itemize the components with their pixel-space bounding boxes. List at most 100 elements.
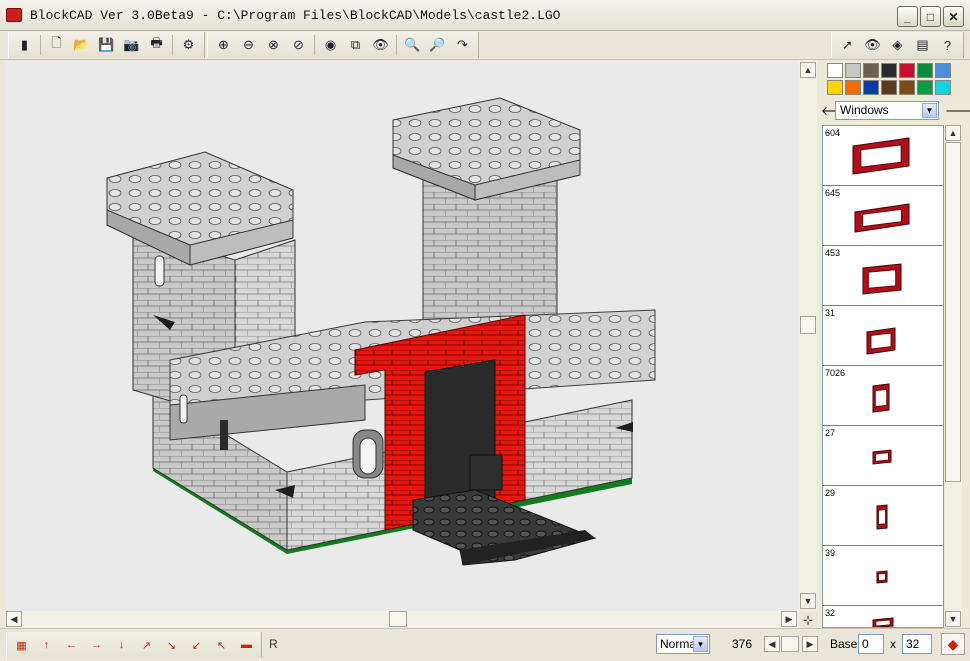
viewport-horizontal-scrollbar[interactable]: ◀ ▶ — [5, 611, 799, 628]
resize-corner[interactable]: ⊹ — [799, 611, 817, 628]
scroll-left-button[interactable]: ◀ — [6, 611, 22, 627]
model-viewport[interactable] — [5, 60, 799, 611]
color-swatch-4[interactable] — [899, 63, 915, 78]
color-swatch-2[interactable] — [863, 63, 879, 78]
brick-view-icon: ◈ — [892, 37, 903, 52]
minimize-button[interactable]: _ — [897, 6, 918, 27]
category-prev-button[interactable]: 🡐 — [821, 103, 853, 118]
x-label: x — [890, 637, 896, 651]
select-button[interactable]: ➚ — [835, 34, 860, 56]
color-swatch-11[interactable] — [899, 80, 915, 95]
color-swatch-1[interactable] — [845, 63, 861, 78]
arrow-down-icon: ▼ — [948, 614, 958, 624]
cube-icon: ⧉ — [350, 37, 361, 52]
erase-button[interactable]: ◆ — [941, 633, 965, 655]
part-scroll-down-button[interactable]: ▼ — [945, 611, 961, 627]
zoom-in-button[interactable]: 🔍 — [400, 34, 425, 56]
mode-select[interactable]: Norma ▼ — [656, 634, 710, 654]
part-item[interactable]: 32 — [823, 606, 943, 627]
color-swatch-3[interactable] — [881, 63, 897, 78]
part-scroll-up-button[interactable]: ▲ — [945, 125, 961, 141]
print-button[interactable]: 🖶 — [144, 34, 169, 56]
panel-view-button[interactable]: 👁 — [860, 34, 885, 56]
maximize-button[interactable]: □ — [920, 6, 941, 27]
color-swatch-9[interactable] — [863, 80, 879, 95]
part-list-thumb[interactable] — [945, 142, 961, 482]
part-item[interactable]: 39 — [823, 546, 943, 606]
viewport-vertical-scrollbar[interactable]: ▲ ▼ — [799, 60, 817, 611]
move-left-button[interactable]: ← — [59, 634, 84, 656]
color-swatch-0[interactable] — [827, 63, 843, 78]
viewport-horizontal-thumb[interactable] — [389, 611, 407, 627]
grid-button[interactable]: ▦ — [9, 634, 34, 656]
viewport-vertical-thumb[interactable] — [800, 316, 816, 334]
grid-icon: ▦ — [16, 639, 27, 652]
part-item[interactable]: 29 — [823, 486, 943, 546]
color-swatch-6[interactable] — [935, 63, 951, 78]
arrow-ne-icon: ↗ — [141, 639, 152, 652]
rotate-x-button[interactable]: ⊕ — [211, 34, 236, 56]
base-input[interactable]: 0 — [858, 634, 884, 654]
move-nw-button[interactable]: ↖ — [209, 634, 234, 656]
move-down-button[interactable]: ↓ — [109, 634, 134, 656]
part-item[interactable]: 604 — [823, 126, 943, 186]
new-button[interactable]: 🗋 — [44, 34, 69, 56]
panel-brick-button[interactable]: ◈ — [885, 34, 910, 56]
count-next-button[interactable]: ▶ — [802, 636, 818, 652]
rotate-y-button[interactable]: ⊖ — [236, 34, 261, 56]
color-swatch-12[interactable] — [917, 80, 933, 95]
arrow-sw-icon: ↙ — [191, 639, 202, 652]
part-list-scrollbar[interactable]: ▲ ▼ — [945, 125, 962, 628]
scroll-right-button[interactable]: ▶ — [781, 611, 797, 627]
color-swatch-5[interactable] — [917, 63, 933, 78]
move-right-button[interactable]: → — [84, 634, 109, 656]
help-button[interactable]: ? — [935, 34, 960, 56]
color-swatch-7[interactable] — [827, 80, 843, 95]
color-swatch-13[interactable] — [935, 80, 951, 95]
rotate-label[interactable]: R — [269, 637, 278, 651]
window-title: BlockCAD Ver 3.0Beta9 - C:\Program Files… — [30, 7, 561, 23]
window-part-icon — [854, 203, 910, 233]
color-swatch-10[interactable] — [881, 80, 897, 95]
part-item[interactable]: 31 — [823, 306, 943, 366]
pan-button[interactable]: ↷ — [450, 34, 475, 56]
category-row: 🡐 Windows ▼ 🡒 — [821, 100, 970, 120]
brick-icon: ▮ — [20, 37, 29, 52]
scroll-down-button[interactable]: ▼ — [800, 593, 816, 609]
pan-icon: ↷ — [457, 37, 468, 52]
brick-logo-button[interactable]: ▮ — [12, 34, 37, 56]
rotate-z-button[interactable]: ⊗ — [261, 34, 286, 56]
move-se-button[interactable]: ↘ — [159, 634, 184, 656]
count-slider-thumb[interactable] — [781, 636, 799, 652]
open-button[interactable]: 📂 — [69, 34, 94, 56]
close-button[interactable]: ✕ — [943, 6, 964, 27]
settings-button[interactable]: ⚙ — [176, 34, 201, 56]
part-item[interactable]: 27 — [823, 426, 943, 486]
move-ne-button[interactable]: ↗ — [134, 634, 159, 656]
zoom-out-button[interactable]: 🔎 — [425, 34, 450, 56]
main-toolbar: ▮ 🗋 📂 💾 📷 🖶 ⚙ ⊕ ⊖ ⊗ ⊘ ◉ ⧉ 👁 🔍 🔎 ↷ ➚ 👁 ◈ ▤? — [0, 31, 970, 60]
arrow-nw-icon: ↖ — [216, 639, 227, 652]
brick-view-button[interactable]: ◉ — [318, 34, 343, 56]
size-input[interactable]: 32 — [902, 634, 932, 654]
move-sw-button[interactable]: ↙ — [184, 634, 209, 656]
save-button[interactable]: 💾 — [94, 34, 119, 56]
part-item[interactable]: 645 — [823, 186, 943, 246]
move-up-button[interactable]: ↑ — [34, 634, 59, 656]
preview-button[interactable]: 👁 — [368, 34, 393, 56]
rotate-free-button[interactable]: ⊘ — [286, 34, 311, 56]
wireframe-button[interactable]: ⧉ — [343, 34, 368, 56]
part-item[interactable]: 7026 — [823, 366, 943, 426]
color-button[interactable]: ▤ — [910, 34, 935, 56]
part-item[interactable]: 453 — [823, 246, 943, 306]
scroll-up-button[interactable]: ▲ — [800, 62, 816, 78]
camera-button[interactable]: 📷 — [119, 34, 144, 56]
add-brick-button[interactable]: ▬ — [234, 634, 259, 656]
chevron-down-icon[interactable]: ▼ — [922, 102, 937, 118]
mode-value: Norma — [660, 637, 697, 651]
color-swatch-8[interactable] — [845, 80, 861, 95]
category-next-button[interactable]: 🡒 — [945, 103, 970, 118]
count-prev-button[interactable]: ◀ — [764, 636, 780, 652]
category-select[interactable]: Windows ▼ — [835, 100, 939, 120]
chevron-down-icon[interactable]: ▼ — [693, 636, 708, 652]
